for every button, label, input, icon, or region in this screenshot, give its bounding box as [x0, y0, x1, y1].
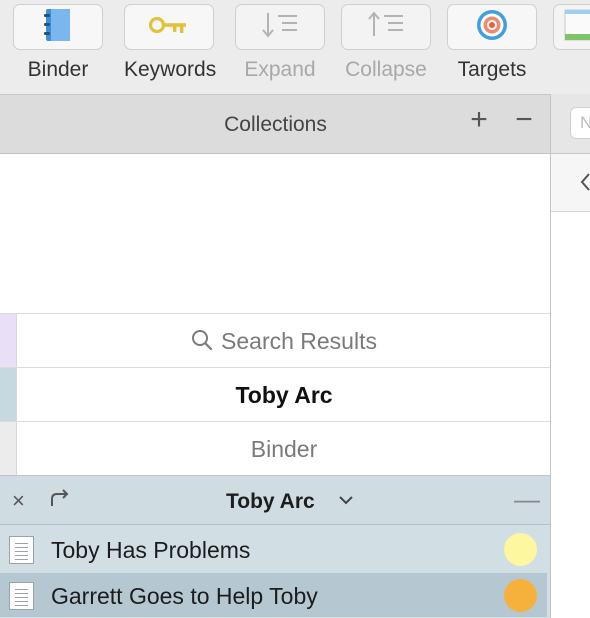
collapse-toolbar-button[interactable]: Collapse: [341, 4, 431, 82]
chevron-left-icon[interactable]: [579, 172, 590, 197]
search-icon: [191, 329, 213, 357]
tab-label-search-results: Search Results: [17, 328, 551, 357]
editor-title-field[interactable]: N: [570, 107, 590, 139]
keywords-label: Keywords: [124, 58, 217, 81]
keywords-button-frame[interactable]: [124, 4, 214, 50]
add-collection-button[interactable]: +: [464, 105, 494, 135]
editor-nav-strip: [551, 154, 590, 212]
document-title: Garrett Goes to Help Toby: [51, 583, 318, 609]
tab-color-stripe: [0, 422, 17, 475]
binder-label: Binder: [27, 58, 89, 81]
tab-search-results[interactable]: Search Results: [0, 313, 551, 367]
tab-color-stripe: [0, 314, 17, 367]
list-item[interactable]: Toby Has Problems: [0, 527, 547, 571]
collections-empty-area: [0, 154, 551, 313]
partial-button-frame[interactable]: [553, 4, 590, 50]
targets-toolbar-button[interactable]: Targets: [447, 4, 537, 82]
list-item-selected[interactable]: Garrett Goes to Help Toby: [0, 573, 547, 617]
composition-icon: [563, 8, 590, 47]
tab-label-binder: Binder: [250, 436, 318, 462]
document-list: Toby Has Problems Garrett Goes to Help T…: [0, 525, 551, 618]
targets-label: Targets: [457, 58, 527, 81]
expand-button-frame[interactable]: [235, 4, 325, 50]
tab-binder[interactable]: Binder: [0, 421, 551, 475]
document-title: Toby Has Problems: [51, 537, 251, 563]
label-color-dot: [504, 579, 537, 612]
target-icon: [475, 8, 509, 47]
tab-color-stripe: [0, 368, 17, 421]
binder-button-frame[interactable]: [13, 4, 103, 50]
partial-toolbar-button[interactable]: [553, 4, 590, 50]
binder-notebook-icon: [43, 8, 73, 47]
collections-header: Collections + −: [0, 94, 551, 154]
document-icon: [9, 536, 34, 564]
tab-toby-arc[interactable]: Toby Arc: [0, 367, 551, 421]
collapse-button-frame[interactable]: [341, 4, 431, 50]
redo-icon[interactable]: [48, 488, 72, 515]
key-icon: [148, 14, 189, 41]
targets-button-frame[interactable]: [447, 4, 537, 50]
label-color-dot: [504, 533, 537, 566]
document-icon: [9, 582, 34, 610]
remove-collection-button[interactable]: −: [509, 105, 539, 135]
collapse-label: Collapse: [345, 58, 427, 81]
editor-pane-edge: N: [550, 94, 590, 618]
expand-arrow-icon: [260, 10, 300, 45]
expand-label: Expand: [244, 58, 316, 81]
keywords-toolbar-button[interactable]: Keywords: [124, 4, 217, 82]
collection-panel-header: × Toby Arc —: [0, 475, 551, 525]
close-icon[interactable]: ×: [12, 488, 25, 514]
binder-toolbar-button[interactable]: Binder: [13, 4, 103, 82]
toolbar: Binder Keywords Expand Collapse Targets: [0, 0, 590, 94]
search-results-text: Search Results: [221, 328, 377, 354]
collapse-arrow-icon: [366, 10, 406, 45]
collapse-panel-button[interactable]: —: [514, 484, 540, 515]
tab-label-toby-arc: Toby Arc: [235, 382, 333, 408]
chevron-down-icon[interactable]: [338, 493, 354, 511]
editor-header-strip: N: [551, 94, 590, 154]
expand-toolbar-button[interactable]: Expand: [235, 4, 325, 82]
collection-panel-title[interactable]: Toby Arc: [226, 490, 315, 514]
